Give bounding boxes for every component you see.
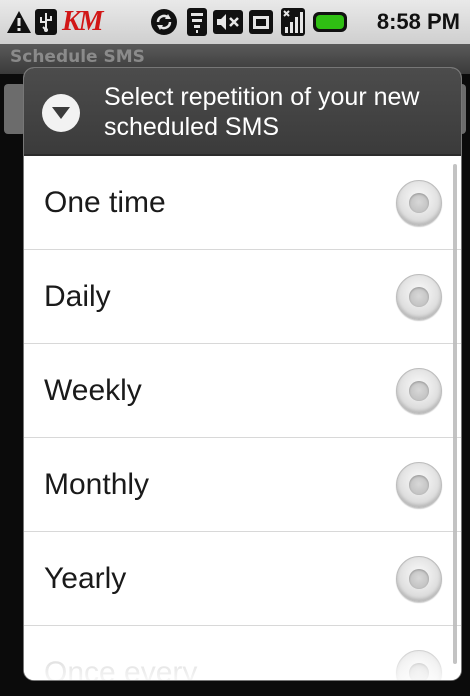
option-once-every[interactable]: Once every xyxy=(24,626,461,680)
volume-muted-icon xyxy=(212,7,244,37)
brand-logo: KM xyxy=(62,6,104,37)
option-label: One time xyxy=(44,186,166,219)
usb-icon xyxy=(34,7,58,37)
option-weekly[interactable]: Weekly xyxy=(24,344,461,438)
option-label: Daily xyxy=(44,280,111,313)
option-label: Yearly xyxy=(44,562,127,595)
status-bar: KM 8:58 PM xyxy=(0,0,470,44)
radio-button[interactable] xyxy=(396,462,442,508)
repetition-options-list[interactable]: One time Daily Weekly Monthly Yearly Onc… xyxy=(24,156,461,680)
option-label: Once every xyxy=(44,656,198,680)
radio-button[interactable] xyxy=(396,556,442,602)
warning-icon xyxy=(6,7,32,37)
chevron-down-circle-icon xyxy=(42,94,80,132)
option-label: Weekly xyxy=(44,374,142,407)
sd-card-icon xyxy=(248,7,274,37)
battery-icon xyxy=(312,7,348,37)
scrollbar[interactable] xyxy=(453,164,457,664)
radio-button[interactable] xyxy=(396,274,442,320)
option-label: Monthly xyxy=(44,468,150,501)
option-monthly[interactable]: Monthly xyxy=(24,438,461,532)
dialog-title: Select repetition of your new scheduled … xyxy=(104,83,420,141)
sync-icon xyxy=(150,7,178,37)
wifi-icon xyxy=(186,7,208,37)
radio-button[interactable] xyxy=(396,180,442,226)
dialog-header: Select repetition of your new scheduled … xyxy=(24,68,461,156)
screen: KM 8:58 PM Schedule SMS Select repetitio… xyxy=(0,0,470,696)
signal-icon xyxy=(280,7,306,37)
repetition-dialog: Select repetition of your new scheduled … xyxy=(24,68,461,680)
clock: 8:58 PM xyxy=(376,9,460,34)
option-yearly[interactable]: Yearly xyxy=(24,532,461,626)
app-title: Schedule SMS xyxy=(10,47,145,67)
option-one-time[interactable]: One time xyxy=(24,156,461,250)
option-daily[interactable]: Daily xyxy=(24,250,461,344)
background-control xyxy=(4,84,26,134)
radio-button[interactable] xyxy=(396,368,442,414)
radio-button[interactable] xyxy=(396,650,442,680)
